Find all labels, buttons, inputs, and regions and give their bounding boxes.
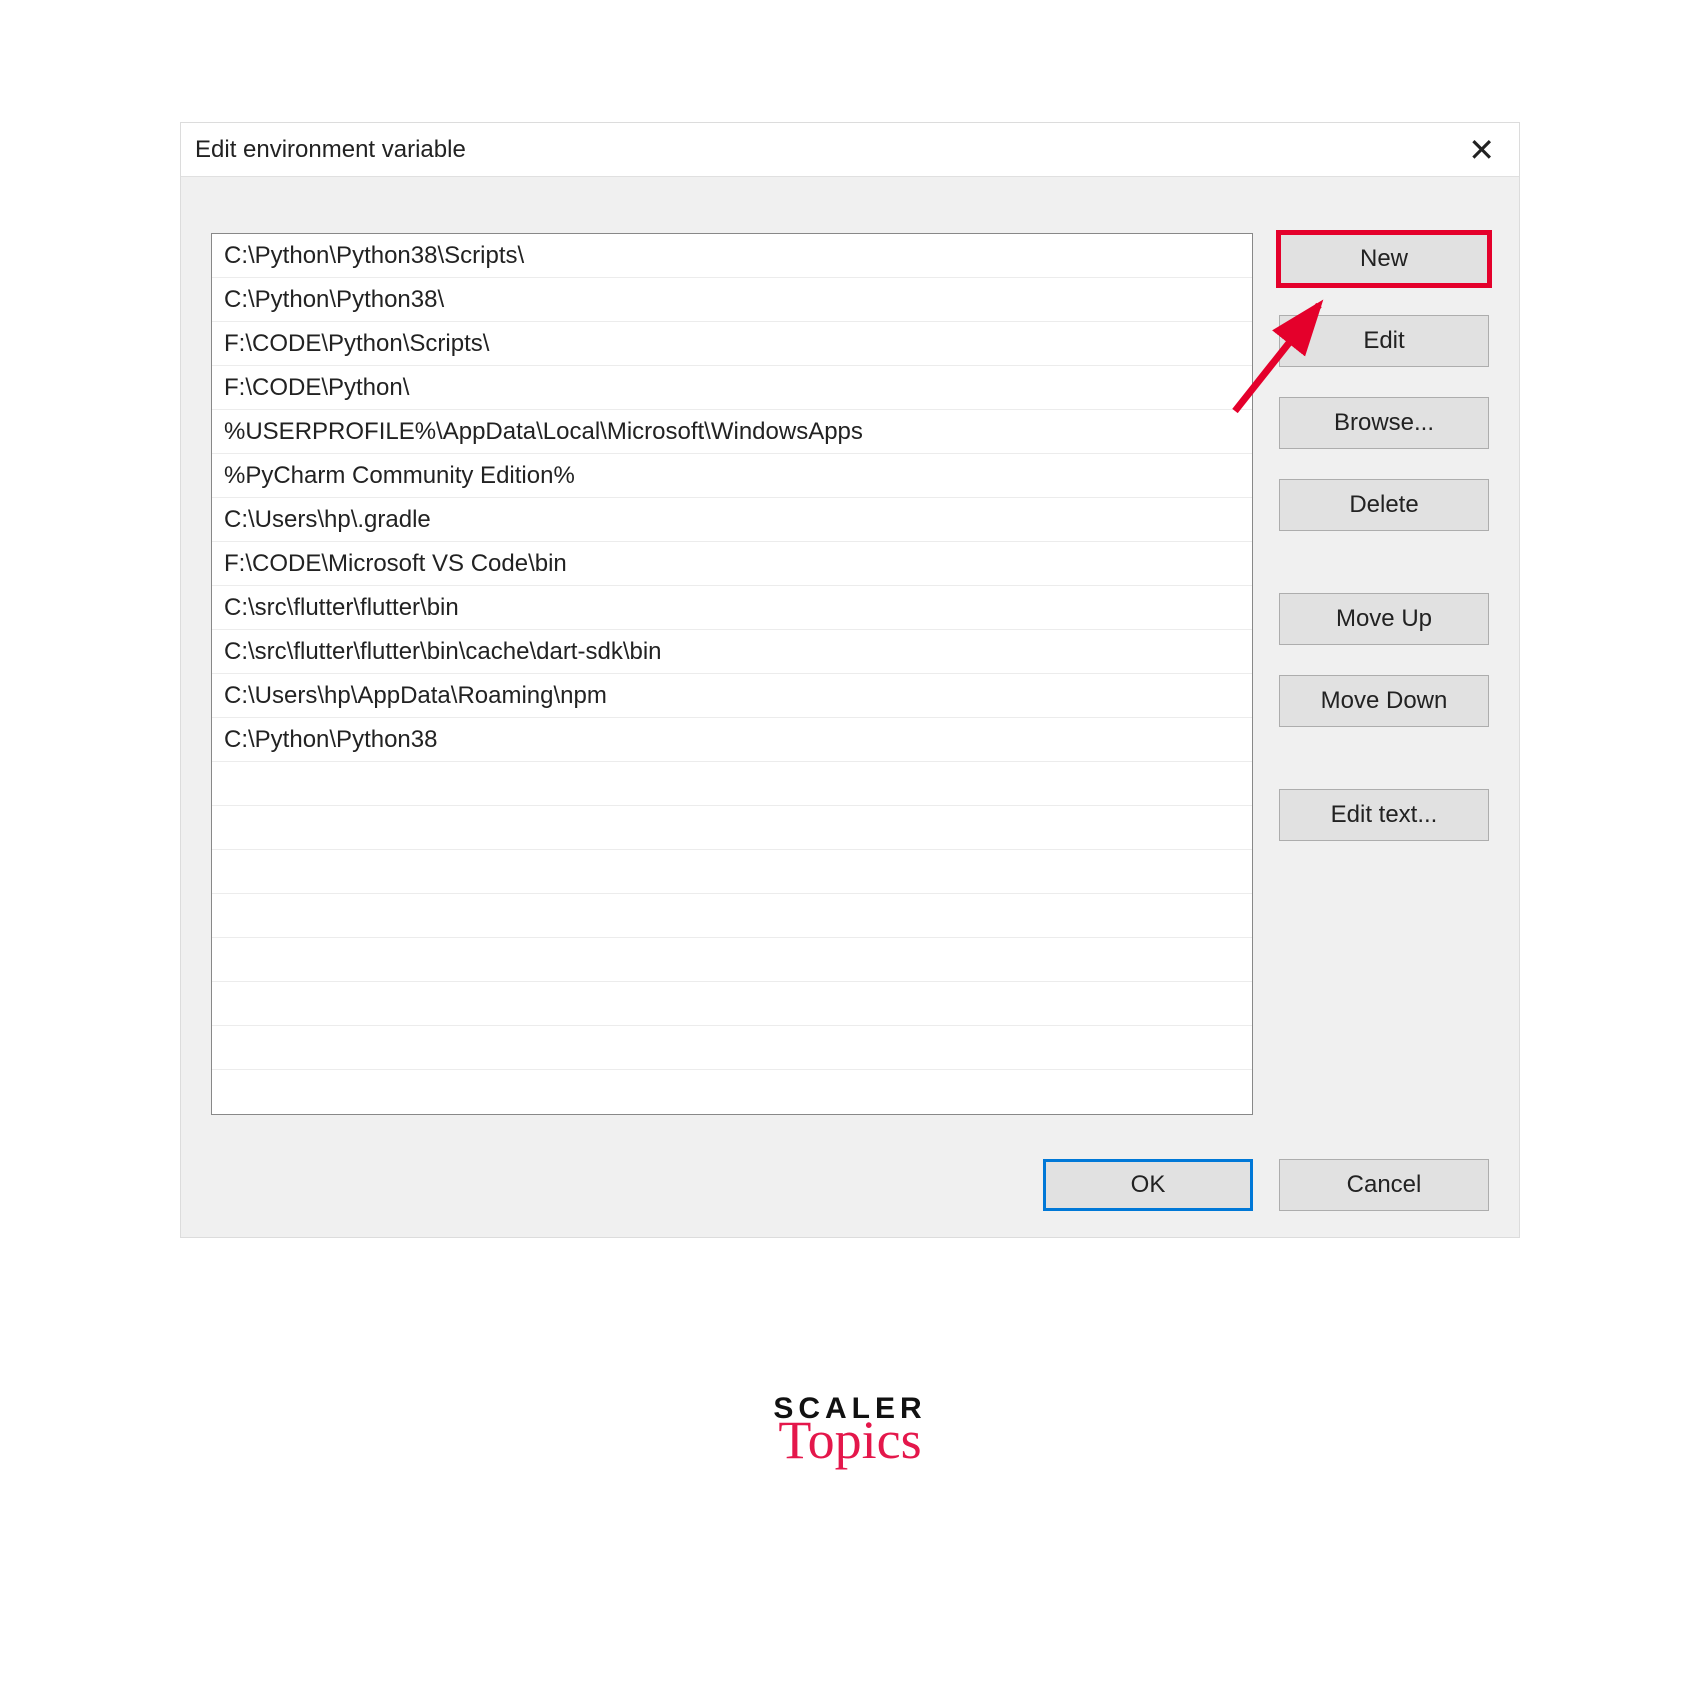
list-item[interactable]: C:\src\flutter\flutter\bin [212,586,1252,630]
env-var-dialog: Edit environment variable ✕ C:\Python\Py… [180,122,1520,1238]
edit-text-button[interactable]: Edit text... [1279,789,1489,841]
list-item-empty [212,762,1252,806]
brand-line2: Topics [773,1416,926,1465]
list-item[interactable]: C:\Python\Python38 [212,718,1252,762]
close-icon[interactable]: ✕ [1460,130,1503,170]
branding-logo: SCALER Topics [0,1392,1700,1465]
list-item[interactable]: F:\CODE\Microsoft VS Code\bin [212,542,1252,586]
new-button[interactable]: New [1279,233,1489,285]
list-item[interactable]: C:\Users\hp\.gradle [212,498,1252,542]
list-item[interactable]: F:\CODE\Python\Scripts\ [212,322,1252,366]
list-item[interactable]: C:\Python\Python38\ [212,278,1252,322]
list-item[interactable]: C:\Users\hp\AppData\Roaming\npm [212,674,1252,718]
dialog-footer: OK Cancel [211,1159,1489,1211]
list-item-empty [212,1070,1252,1114]
cancel-button[interactable]: Cancel [1279,1159,1489,1211]
list-item-empty [212,894,1252,938]
list-item[interactable]: %USERPROFILE%\AppData\Local\Microsoft\Wi… [212,410,1252,454]
list-item-empty [212,982,1252,1026]
path-listbox[interactable]: C:\Python\Python38\Scripts\ C:\Python\Py… [211,233,1253,1115]
list-item-empty [212,1026,1252,1070]
list-item-empty [212,850,1252,894]
move-down-button[interactable]: Move Down [1279,675,1489,727]
delete-button[interactable]: Delete [1279,479,1489,531]
dialog-body: C:\Python\Python38\Scripts\ C:\Python\Py… [181,177,1519,1237]
titlebar: Edit environment variable ✕ [181,123,1519,177]
list-item-empty [212,806,1252,850]
ok-button[interactable]: OK [1043,1159,1253,1211]
dialog-title: Edit environment variable [195,136,466,164]
list-item-empty [212,938,1252,982]
browse-button[interactable]: Browse... [1279,397,1489,449]
edit-button[interactable]: Edit [1279,315,1489,367]
list-item[interactable]: %PyCharm Community Edition% [212,454,1252,498]
list-item[interactable]: C:\src\flutter\flutter\bin\cache\dart-sd… [212,630,1252,674]
move-up-button[interactable]: Move Up [1279,593,1489,645]
list-item[interactable]: F:\CODE\Python\ [212,366,1252,410]
side-button-column: New Edit Browse... Delete Move Up Move D… [1279,233,1489,1115]
list-item[interactable]: C:\Python\Python38\Scripts\ [212,234,1252,278]
